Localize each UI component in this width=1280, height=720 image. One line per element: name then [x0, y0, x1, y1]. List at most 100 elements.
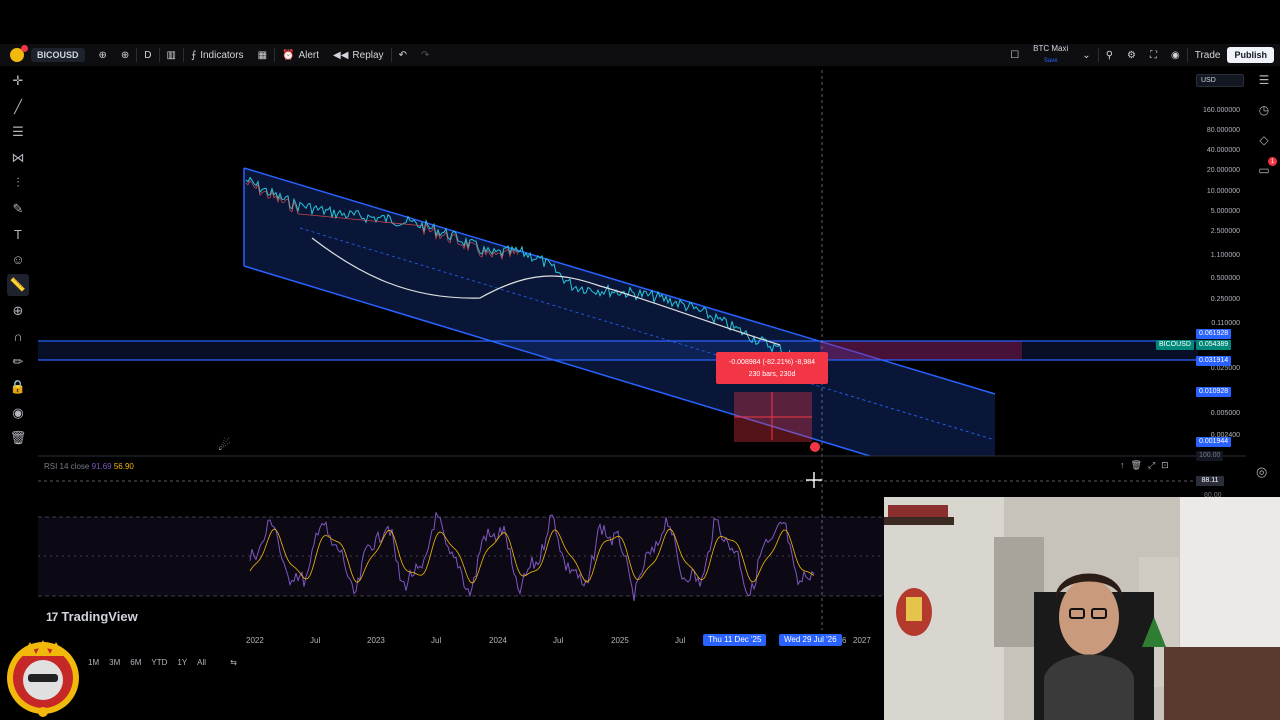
notification-badge: 1: [1268, 157, 1277, 166]
dino-icon[interactable]: ☄: [218, 437, 231, 454]
collapse-icon[interactable]: ⊡: [1161, 460, 1169, 471]
price-tag: 0.061928: [1196, 329, 1232, 339]
alerts-clock-icon[interactable]: ◷: [1254, 100, 1274, 120]
maximize-icon[interactable]: ⤢: [1148, 460, 1155, 471]
price-label: 2.500000: [1210, 228, 1240, 235]
replay-label: Replay: [352, 49, 384, 61]
time-label: Jul: [431, 636, 442, 645]
templates-icon[interactable]: ▦: [251, 44, 274, 66]
keep-drawing-icon[interactable]: ✏: [7, 351, 29, 373]
delete-pane-icon[interactable]: 🗑: [1131, 460, 1142, 471]
tradingview-mark-icon: 17: [46, 609, 58, 624]
time-label: Jul: [310, 636, 321, 645]
range-3m-button[interactable]: 3M: [105, 657, 124, 668]
range-6m-button[interactable]: 6M: [126, 657, 145, 668]
price-label: 80.000000: [1206, 127, 1240, 134]
indicators-icon: ⨍: [190, 49, 197, 61]
cursor-date-start: Thu 11 Dec '25: [703, 634, 767, 646]
date-range-bar: 1M 3M 6M YTD 1Y All ⇆: [84, 657, 241, 668]
alert-button[interactable]: ⏰ Alert: [275, 44, 326, 66]
price-label: 1.100000: [1210, 252, 1240, 259]
replay-button[interactable]: ◀◀ Replay: [326, 44, 391, 66]
time-label: 2023: [367, 636, 385, 645]
webcam-overlay: [884, 497, 1280, 720]
move-up-icon[interactable]: ↑: [1120, 460, 1125, 471]
indicators-button[interactable]: ⨍ Indicators: [184, 44, 251, 66]
target-icon[interactable]: ◎: [1256, 464, 1267, 480]
price-label: 160.000000: [1203, 107, 1240, 114]
price-tag: 0.031914: [1196, 356, 1232, 366]
range-ytd-button[interactable]: YTD: [147, 657, 171, 668]
projection-icon[interactable]: ⫶: [7, 172, 29, 194]
measure-anchor-icon[interactable]: [810, 442, 820, 452]
candle-type-icon[interactable]: ▥: [160, 44, 183, 66]
price-label: 10.000000: [1206, 188, 1240, 195]
price-tag: 0.001944: [1196, 437, 1232, 447]
goto-date-icon[interactable]: ⇆: [226, 657, 241, 668]
rsi-title: RSI 14 close: [44, 462, 90, 471]
measure-label[interactable]: -0.008984 (-82.21%) -8,984 230 bars, 230…: [716, 352, 828, 384]
rsi-legend[interactable]: RSI 14 close 91.69 56.90: [44, 462, 134, 471]
publish-button[interactable]: Publish: [1227, 47, 1274, 63]
trash-icon[interactable]: 🗑: [7, 427, 29, 449]
time-label: 2025: [611, 636, 629, 645]
camera-icon[interactable]: ◉: [1164, 44, 1187, 66]
zoom-icon[interactable]: ⊕: [7, 300, 29, 322]
price-label: 0.500000: [1210, 275, 1240, 282]
fib-icon[interactable]: ☰: [7, 121, 29, 143]
pane-controls: ↑ 🗑 ⤢ ⊡: [1120, 460, 1169, 471]
alert-label: Alert: [298, 49, 320, 61]
layout-icon[interactable]: ☐: [1003, 44, 1026, 66]
user-avatar-icon[interactable]: [10, 45, 28, 62]
time-axis[interactable]: 2022 Jul 2023 Jul 2024 Jul 2025 Jul Thu …: [0, 633, 890, 647]
settings-icon[interactable]: ⚙: [1120, 44, 1143, 66]
price-tag: 0.010928: [1196, 387, 1232, 397]
quick-search-icon[interactable]: ⚲: [1099, 44, 1120, 66]
cursor-crosshair-icon: [806, 472, 822, 488]
rewind-icon: ◀◀: [333, 49, 349, 61]
range-1y-button[interactable]: 1Y: [173, 657, 191, 668]
interval-button[interactable]: D: [137, 44, 158, 66]
symbol-price-tag: BICOUSD: [1156, 340, 1194, 350]
lock-icon[interactable]: 🔒: [7, 376, 29, 398]
alarm-icon: ⏰: [282, 49, 295, 61]
emoji-icon[interactable]: ☺: [7, 249, 29, 271]
trend-line-icon[interactable]: ╱: [7, 96, 29, 118]
brush-icon[interactable]: ✎: [7, 198, 29, 220]
crosshair-icon[interactable]: ✛: [7, 70, 29, 92]
layout-name-button[interactable]: BTC Maxi Save: [1026, 44, 1075, 66]
chat-icon[interactable]: ▭ 1: [1254, 157, 1277, 180]
layout-name: BTC Maxi: [1033, 44, 1069, 53]
magnet-icon[interactable]: ∩: [7, 325, 29, 347]
top-toolbar: BICOUSD ⊕ ⊕ D ▥ ⨍ Indicators ▦ ⏰ Alert ◀◀ R…: [0, 44, 1280, 66]
last-price-tag: 0.054389: [1196, 340, 1232, 350]
symbol-search-button[interactable]: BICOUSD: [31, 48, 85, 62]
cursor-date-end: Wed 29 Jul '26: [779, 634, 842, 646]
fullscreen-icon[interactable]: ⛶: [1143, 44, 1164, 66]
ruler-icon[interactable]: 📏: [7, 274, 29, 296]
eye-icon[interactable]: ◉: [7, 402, 29, 424]
layers-icon[interactable]: ◇: [1254, 130, 1274, 150]
range-1m-button[interactable]: 1M: [84, 657, 103, 668]
time-label: 2022: [246, 636, 264, 645]
compare-icon[interactable]: ⊕: [92, 44, 114, 66]
range-all-button[interactable]: All: [193, 657, 210, 668]
price-label: 0.250000: [1210, 296, 1240, 303]
range-zone-highlight: [820, 341, 1022, 360]
add-symbol-icon[interactable]: ⊕: [114, 44, 136, 66]
redo-icon[interactable]: ↷: [414, 44, 436, 66]
undo-icon[interactable]: ↶: [392, 44, 414, 66]
time-label: 2027: [853, 636, 871, 645]
indicators-label: Indicators: [200, 49, 244, 61]
pattern-icon[interactable]: ⋈: [7, 147, 29, 169]
price-scale[interactable]: 160.000000 80.000000 40.000000 20.000000…: [1196, 70, 1246, 460]
watchlist-icon[interactable]: ☰: [1254, 70, 1274, 90]
price-label: 5.000000: [1210, 208, 1240, 215]
time-label: Jul: [553, 636, 564, 645]
time-label: Jul: [675, 636, 686, 645]
trade-button[interactable]: Trade: [1188, 44, 1228, 66]
tradingview-logo: 17 TradingView: [46, 609, 138, 624]
chevron-down-icon[interactable]: ⌄: [1075, 44, 1097, 66]
text-icon[interactable]: T: [7, 223, 29, 245]
right-sidebar: ☰ ◷ ◇ ▭ 1: [1248, 70, 1280, 490]
